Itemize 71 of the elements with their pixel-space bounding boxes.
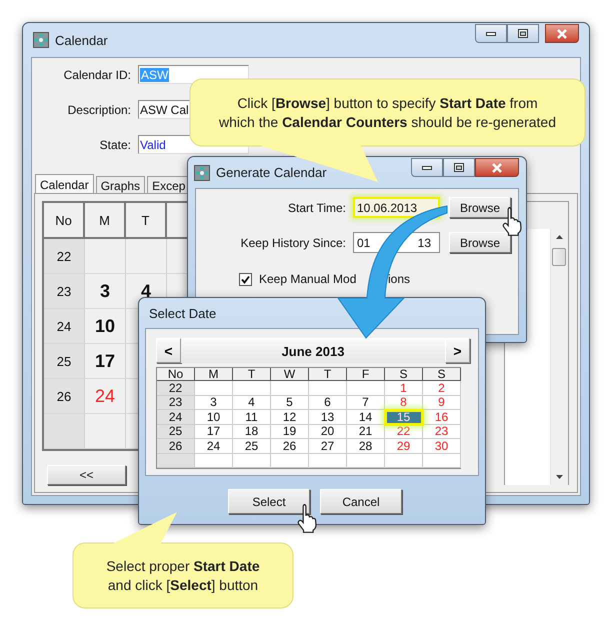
previous-month-button[interactable]: < bbox=[156, 338, 181, 363]
day-cell[interactable]: 30 bbox=[423, 439, 461, 454]
browse-button[interactable]: Browse bbox=[449, 232, 511, 253]
field-label: Keep History Since: bbox=[240, 236, 346, 250]
day-cell[interactable]: 26 bbox=[271, 439, 309, 454]
day-cell[interactable]: 13 bbox=[309, 410, 347, 424]
day-cell[interactable]: 17 bbox=[85, 344, 126, 379]
day-cell[interactable]: 21 bbox=[347, 424, 385, 439]
day-cell[interactable]: 5 bbox=[271, 396, 309, 410]
column-header: T bbox=[233, 368, 271, 381]
day-cell[interactable]: 23 bbox=[423, 424, 461, 439]
week-number: 26 bbox=[44, 379, 85, 414]
checkbox-label: ions bbox=[388, 272, 410, 286]
week-number: 25 bbox=[157, 424, 195, 439]
day-cell[interactable]: 7 bbox=[347, 396, 385, 410]
window-title: Calendar bbox=[55, 32, 108, 48]
day-cell[interactable]: 10 bbox=[85, 309, 126, 344]
column-header: F bbox=[347, 368, 385, 381]
field-label: Calendar ID: bbox=[62, 68, 131, 82]
day-cell[interactable]: 15 bbox=[385, 410, 423, 424]
cancel-button[interactable]: Cancel bbox=[320, 489, 402, 514]
select-button[interactable]: Select bbox=[228, 489, 310, 514]
day-cell[interactable]: 16 bbox=[423, 410, 461, 424]
field-label: Start Time: bbox=[286, 200, 346, 214]
day-cell[interactable]: 2 bbox=[423, 381, 461, 396]
field-label: State: bbox=[98, 138, 131, 152]
day-cell[interactable]: 24 bbox=[195, 439, 233, 454]
day-cell[interactable]: 17 bbox=[195, 424, 233, 439]
callout-text: Click [Browse] button to specify Start Date from which the Calendar Counters should be re-generated bbox=[219, 94, 556, 132]
next-month-button[interactable]: > bbox=[445, 338, 470, 363]
week-number: 24 bbox=[44, 309, 85, 344]
day-cell[interactable]: 28 bbox=[347, 439, 385, 454]
month-title: June 2013 bbox=[181, 338, 445, 363]
day-cell[interactable]: 27 bbox=[309, 439, 347, 454]
day-cell[interactable]: 3 bbox=[195, 396, 233, 410]
column-header: W bbox=[271, 368, 309, 381]
day-cell[interactable]: 11 bbox=[233, 410, 271, 424]
week-number: 26 bbox=[157, 439, 195, 454]
week-number: 22 bbox=[44, 239, 85, 274]
tab[interactable]: Graphs bbox=[96, 176, 146, 193]
field-label: Description: bbox=[66, 102, 131, 116]
day-cell[interactable]: 6 bbox=[309, 396, 347, 410]
week-number: 23 bbox=[44, 274, 85, 309]
day-cell[interactable]: 12 bbox=[271, 410, 309, 424]
day-cell[interactable]: 9 bbox=[423, 396, 461, 410]
day-cell[interactable]: 29 bbox=[385, 439, 423, 454]
week-number: 25 bbox=[44, 344, 85, 379]
tab[interactable]: Calendar bbox=[35, 174, 94, 193]
day-cell[interactable]: 20 bbox=[309, 424, 347, 439]
column-header: M bbox=[195, 368, 233, 381]
week-number: 23 bbox=[157, 396, 195, 410]
column-header: S bbox=[385, 368, 423, 381]
day-cell[interactable]: 3 bbox=[85, 274, 126, 309]
previous-button[interactable]: << bbox=[47, 465, 126, 485]
day-cell[interactable]: 10 bbox=[195, 410, 233, 424]
week-number: 24 bbox=[157, 410, 195, 424]
day-cell[interactable]: 22 bbox=[385, 424, 423, 439]
window-title: Generate Calendar bbox=[216, 165, 327, 180]
browse-button[interactable]: Browse bbox=[449, 197, 511, 218]
date-field[interactable]: 10.06.2013 bbox=[353, 197, 440, 218]
callout-text: Select proper Start Date and click [Select] button bbox=[106, 556, 260, 594]
day-cell[interactable]: 18 bbox=[233, 424, 271, 439]
column-header: No bbox=[157, 368, 195, 381]
day-cell[interactable]: 4 bbox=[233, 396, 271, 410]
day-cell[interactable]: 1 bbox=[385, 381, 423, 396]
checkbox-label: Keep Manual Mod bbox=[259, 272, 356, 286]
week-number: 22 bbox=[157, 381, 195, 396]
column-header: S bbox=[423, 368, 461, 381]
column-header: T bbox=[309, 368, 347, 381]
day-cell[interactable]: 25 bbox=[233, 439, 271, 454]
day-cell[interactable]: 19 bbox=[271, 424, 309, 439]
